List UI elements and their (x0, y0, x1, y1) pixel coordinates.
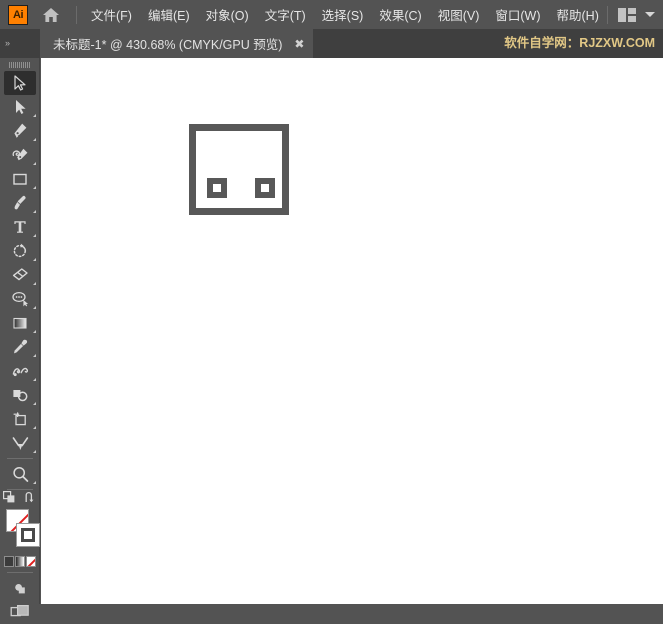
color-mode-bar (0, 553, 40, 569)
tool-flyout-indicator[interactable] (33, 450, 36, 453)
menubar-right-group (607, 5, 663, 24)
menubar-right-divider (607, 5, 608, 24)
menu-item-effect[interactable]: 效果(C) (371, 1, 429, 28)
menu-item-type[interactable]: 文字(T) (257, 1, 314, 28)
menu-item-list: 文件(F) 编辑(E) 对象(O) 文字(T) 选择(S) 效果(C) 视图(V… (83, 1, 607, 28)
gradient-icon (13, 317, 27, 329)
tool-flyout-indicator[interactable] (33, 378, 36, 381)
rotate-arrow-icon (13, 243, 27, 258)
menu-item-select[interactable]: 选择(S) (314, 1, 372, 28)
eraser-icon (12, 268, 28, 281)
lasso-icon (11, 291, 28, 307)
type-tool[interactable] (0, 215, 40, 239)
document-tab-bar: 未标题-1* @ 430.68% (CMYK/GPU 预览) ✖ 软件自学网：R… (0, 29, 663, 58)
chevron-down-icon[interactable] (645, 12, 655, 17)
free-transform-icon (12, 437, 28, 450)
pen-tool[interactable] (0, 119, 40, 143)
watermark-text: 软件自学网：RJZXW.COM (504, 36, 655, 50)
shape-builder-tool[interactable] (0, 383, 40, 407)
rectangle-tool[interactable] (0, 167, 40, 191)
eyedropper-tool[interactable] (0, 335, 40, 359)
rectangle-icon (13, 173, 27, 185)
tool-flyout-indicator[interactable] (33, 426, 36, 429)
swatch-controls-row (0, 491, 40, 507)
document-tab[interactable]: 未标题-1* @ 430.68% (CMYK/GPU 预览) ✖ (40, 29, 314, 58)
fill-stroke-swatches (0, 507, 40, 551)
artboard-tool[interactable] (0, 407, 40, 431)
toolbar-divider (6, 572, 33, 573)
pen-nib-icon (14, 123, 27, 138)
toolbar-divider (6, 489, 33, 490)
direct-selection-arrow-icon (16, 100, 26, 114)
lasso-tool[interactable] (0, 287, 40, 311)
blend-icon (12, 367, 28, 377)
paintbrush-tool[interactable] (0, 191, 40, 215)
menu-item-view[interactable]: 视图(V) (430, 1, 488, 28)
paintbrush-icon (14, 195, 26, 210)
direct-selection-tool[interactable] (0, 95, 40, 119)
drawing-mode-button[interactable] (0, 576, 40, 600)
tool-flyout-indicator[interactable] (33, 481, 36, 484)
tool-flyout-indicator[interactable] (33, 210, 36, 213)
artboard-icon (13, 412, 26, 426)
tool-flyout-indicator[interactable] (33, 258, 36, 261)
tool-flyout-indicator[interactable] (33, 354, 36, 357)
toolbar-collapse-header[interactable]: » (0, 29, 40, 58)
type-letter-t-icon (14, 221, 26, 233)
tool-flyout-indicator[interactable] (33, 138, 36, 141)
screen-mode-icon (10, 605, 29, 617)
free-transform-tool[interactable] (0, 431, 40, 455)
color-mode-none-icon[interactable] (26, 555, 36, 567)
gradient-tool[interactable] (0, 311, 40, 335)
drawing-mode-icon (14, 583, 25, 593)
toolbar-drag-handle[interactable] (0, 58, 39, 71)
tool-flyout-indicator[interactable] (33, 330, 36, 333)
blend-tool[interactable] (0, 359, 40, 383)
zoom-tool[interactable] (0, 462, 40, 486)
menu-item-help[interactable]: 帮助(H) (549, 1, 607, 28)
menubar-divider (76, 5, 77, 24)
tool-flyout-indicator[interactable] (33, 162, 36, 165)
document-tab-title: 未标题-1* @ 430.68% (CMYK/GPU 预览) (53, 38, 283, 52)
color-mode-gradient-icon[interactable] (15, 555, 25, 567)
rotate-tool[interactable] (0, 239, 40, 263)
selection-arrow-icon (14, 75, 26, 91)
tools-panel (0, 58, 40, 617)
home-icon[interactable] (40, 4, 62, 26)
close-icon[interactable]: ✖ (294, 38, 304, 50)
artboard-canvas[interactable] (41, 58, 663, 604)
stroke-swatch[interactable] (16, 523, 40, 547)
eyedropper-icon (14, 339, 28, 354)
menu-item-file[interactable]: 文件(F) (83, 1, 140, 28)
menu-bar: Ai 文件(F) 编辑(E) 对象(O) 文字(T) 选择(S) 效果(C) 视… (0, 0, 663, 29)
tool-flyout-indicator[interactable] (33, 306, 36, 309)
workspace-layout-icon[interactable] (618, 7, 636, 22)
selection-tool[interactable] (0, 71, 40, 95)
ai-logo: Ai (8, 4, 28, 25)
menu-item-object[interactable]: 对象(O) (198, 1, 257, 28)
toolbar-divider (6, 458, 33, 459)
menu-item-edit[interactable]: 编辑(E) (140, 1, 198, 28)
double-chevron-right-icon[interactable]: » (5, 39, 10, 48)
tool-flyout-indicator[interactable] (33, 402, 36, 405)
curvature-tool[interactable] (0, 143, 40, 167)
tool-flyout-indicator[interactable] (33, 186, 36, 189)
shape-builder-icon (12, 390, 27, 402)
curvature-pen-icon (12, 148, 27, 161)
menu-item-window[interactable]: 窗口(W) (487, 1, 548, 28)
color-mode-solid-icon[interactable] (4, 555, 14, 567)
eraser-tool[interactable] (0, 263, 40, 287)
magnifier-icon (12, 466, 28, 482)
tool-flyout-indicator[interactable] (33, 114, 36, 117)
inner-square-right[interactable] (255, 178, 275, 198)
outer-rectangle[interactable] (189, 124, 289, 215)
tool-flyout-indicator[interactable] (33, 234, 36, 237)
tool-flyout-indicator[interactable] (33, 282, 36, 285)
illustrator-window: Ai 文件(F) 编辑(E) 对象(O) 文字(T) 选择(S) 效果(C) 视… (0, 0, 663, 617)
inner-square-left[interactable] (207, 178, 227, 198)
